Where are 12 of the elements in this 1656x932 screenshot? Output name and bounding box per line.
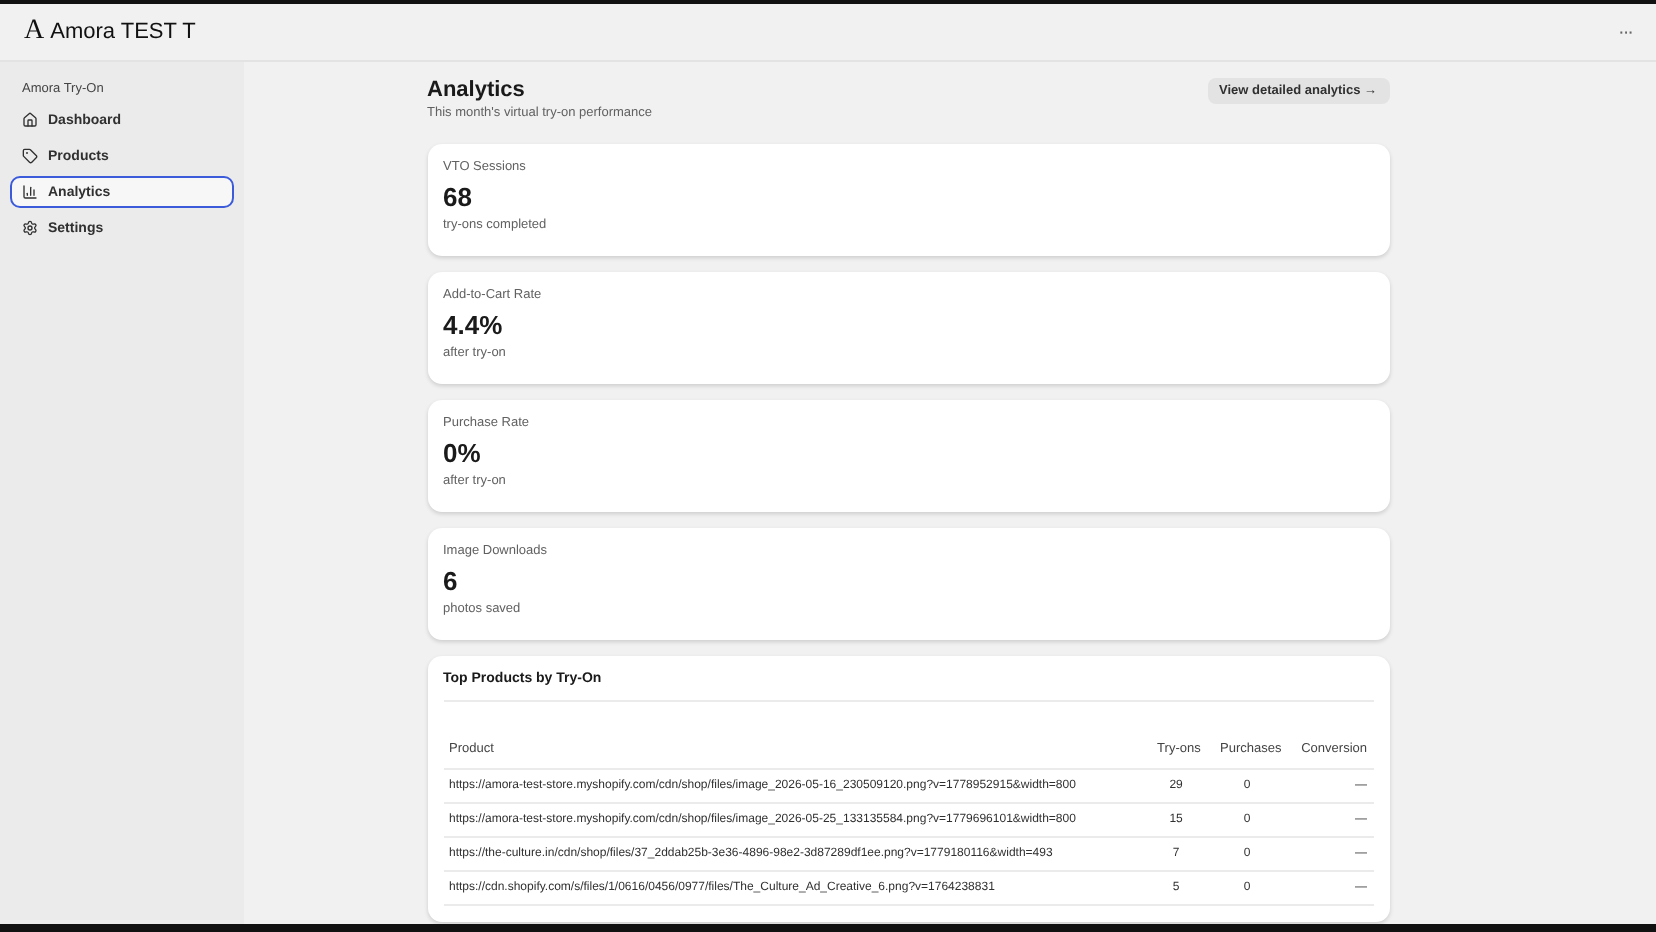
page-title: Analytics: [427, 78, 527, 102]
metric-value: 68: [443, 182, 474, 212]
home-icon: [22, 112, 38, 128]
logo: A: [24, 16, 45, 48]
metric-value: 4.4%: [443, 310, 505, 340]
gear-icon: [22, 220, 38, 236]
metric-value: 0%: [443, 438, 483, 468]
metric-value: 6: [443, 566, 460, 596]
more-icon[interactable]: ···: [1618, 21, 1632, 43]
bar-chart-icon: [22, 184, 38, 200]
store-title: Amora TEST T: [50, 20, 196, 44]
tag-icon: [22, 148, 38, 164]
